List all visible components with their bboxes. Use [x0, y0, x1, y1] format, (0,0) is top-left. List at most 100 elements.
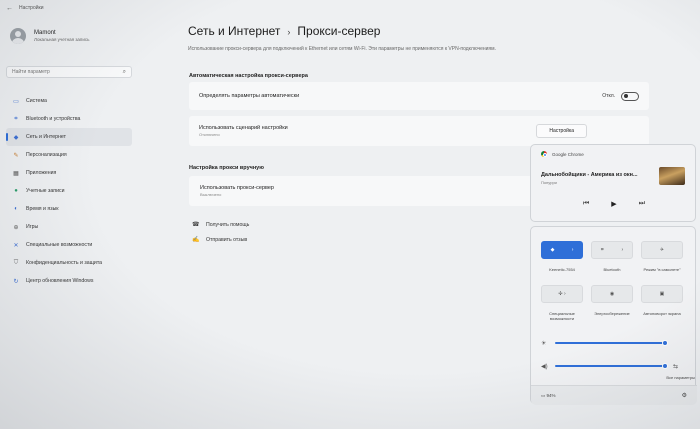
- rotation-lock-tile-label: Автоповорот экрана: [643, 311, 681, 316]
- search-input[interactable]: Найти параметр ⌕: [6, 66, 132, 78]
- energy-saver-tile[interactable]: ◉: [591, 285, 633, 303]
- auto-detect-toggle[interactable]: [621, 91, 639, 101]
- volume-track[interactable]: [555, 363, 668, 369]
- setup-script-label: Использовать сценарий настройки: [199, 125, 288, 131]
- breadcrumb-parent[interactable]: Сеть и Интернет: [188, 24, 280, 38]
- airplane-tile[interactable]: ✈: [641, 241, 683, 259]
- play-icon[interactable]: ▶: [611, 200, 616, 208]
- media-thumbnail: [659, 167, 685, 185]
- all-settings-label[interactable]: Все параметры: [649, 375, 695, 380]
- help-icon: ☎: [192, 222, 200, 228]
- bluetooth-icon: ⌗: [600, 247, 604, 253]
- get-help-label: Получить помощь: [206, 221, 250, 228]
- title-bar: ← Настройки: [0, 0, 700, 16]
- media-source: Google Chrome: [541, 151, 584, 158]
- brightness-icon: ☀: [541, 340, 547, 347]
- brightness-slider[interactable]: ☀: [541, 338, 691, 348]
- send-feedback-link[interactable]: ✍ Отправить отзыв: [192, 236, 247, 244]
- auto-detect-toggle-group: Откл.: [602, 91, 639, 101]
- accessibility-tile[interactable]: ✣ ›: [541, 285, 583, 303]
- battery-label: 94%: [546, 392, 556, 398]
- sidebar-item-accessibility[interactable]: ✕ Специальные возможности: [6, 236, 132, 254]
- feedback-icon: ✍: [192, 237, 200, 243]
- brightness-track[interactable]: [555, 340, 668, 346]
- apps-icon: ▦: [13, 170, 19, 177]
- sidebar-nav: ▭ Система ⌗ Bluetooth и устройства ◆ Сет…: [6, 92, 132, 290]
- volume-slider[interactable]: ◀) ⇆: [541, 361, 691, 371]
- gamepad-icon: ⊕: [13, 224, 19, 231]
- volume-thumb[interactable]: [662, 363, 668, 369]
- sidebar-item-system[interactable]: ▭ Система: [6, 92, 132, 110]
- wifi-icon: ◆: [13, 134, 19, 141]
- settings-gear-icon[interactable]: ⚙: [682, 392, 687, 399]
- sidebar-item-label: Персонализация: [26, 152, 67, 158]
- sidebar-item-gaming[interactable]: ⊕ Игры: [6, 218, 132, 236]
- sidebar-item-network[interactable]: ◆ Сеть и Интернет: [6, 128, 132, 146]
- accessibility-icon: ✕: [13, 242, 19, 249]
- bluetooth-icon: ⌗: [14, 115, 18, 122]
- chevron-right-icon: ›: [287, 27, 291, 37]
- wifi-icon: ◆: [550, 247, 555, 253]
- window-title: Настройки: [19, 5, 44, 11]
- setup-script-button[interactable]: Настройка: [536, 124, 587, 138]
- avatar: [10, 28, 26, 44]
- search-icon: ⌕: [122, 68, 126, 75]
- globe-icon: ◐: [14, 206, 18, 212]
- auto-detect-state: Откл.: [602, 93, 615, 99]
- search-placeholder: Найти параметр: [12, 69, 50, 75]
- breadcrumb: Сеть и Интернет › Прокси-сервер: [188, 24, 380, 38]
- accessibility-tile-label: Специальные возможности: [549, 311, 575, 321]
- sidebar-item-accounts[interactable]: ● Учетные записи: [6, 182, 132, 200]
- sidebar-item-privacy[interactable]: ⛉ Конфиденциальность и защита: [6, 254, 132, 272]
- setup-script-setting: Использовать сценарий настройки Отключен…: [189, 116, 649, 146]
- manual-section-title: Настройка прокси вручную: [189, 165, 264, 171]
- media-flyout: Google Chrome Дальнобойщики - Америка из…: [530, 144, 696, 222]
- sidebar-item-bluetooth[interactable]: ⌗ Bluetooth и устройства: [6, 110, 132, 128]
- manual-proxy-label: Использовать прокси-сервер: [200, 185, 274, 191]
- audio-output-icon[interactable]: ⇆: [673, 363, 678, 370]
- sidebar-item-time-language[interactable]: ◐ Время и язык: [6, 200, 132, 218]
- monitor-icon: ▭: [13, 98, 19, 105]
- setup-script-status: Отключено: [199, 132, 220, 137]
- media-subtitle: Попурри: [541, 180, 557, 185]
- rotation-lock-tile[interactable]: ▣: [641, 285, 683, 303]
- auto-detect-label: Определять параметры автоматически: [199, 93, 300, 99]
- chevron-right-icon[interactable]: ›: [621, 247, 623, 253]
- chrome-icon: [541, 151, 548, 158]
- user-account-type: Локальная учетная запись: [34, 37, 90, 42]
- bluetooth-tile-label: Bluetooth: [603, 267, 621, 272]
- sidebar-item-windows-update[interactable]: ↻ Центр обновления Windows: [6, 272, 132, 290]
- sidebar-item-label: Система: [26, 98, 47, 104]
- next-track-icon[interactable]: ⏭: [639, 200, 645, 208]
- previous-track-icon[interactable]: ⏮: [583, 200, 589, 208]
- get-help-link[interactable]: ☎ Получить помощь: [192, 221, 250, 229]
- sidebar: Mamont Локальная учетная запись Найти па…: [0, 16, 140, 429]
- brightness-thumb[interactable]: [662, 340, 668, 346]
- wifi-tile-label: Keenetic-7554: [549, 267, 575, 272]
- page-title: Прокси-сервер: [297, 24, 381, 38]
- sidebar-item-label: Центр обновления Windows: [26, 278, 94, 284]
- leaf-icon: ◉: [609, 291, 615, 297]
- sidebar-item-label: Специальные возможности: [26, 242, 93, 248]
- chevron-right-icon[interactable]: ›: [572, 247, 574, 253]
- sidebar-item-personalization[interactable]: ✎ Персонализация: [6, 146, 132, 164]
- rotation-icon: ▣: [659, 291, 665, 297]
- speaker-icon[interactable]: ◀): [541, 363, 553, 370]
- user-profile[interactable]: Mamont Локальная учетная запись: [10, 28, 89, 44]
- shield-icon: ⛉: [13, 259, 19, 266]
- page-description: Использование прокси-сервера для подключ…: [188, 46, 496, 52]
- user-name: Mamont: [34, 30, 56, 36]
- sidebar-item-label: Bluetooth и устройства: [26, 116, 81, 122]
- airplane-tile-label: Режим "в самолете": [643, 267, 681, 272]
- back-arrow-icon[interactable]: ←: [6, 5, 13, 12]
- quick-settings-panel: ◆ › Keenetic-7554 ⌗ › Bluetooth ✈ Режим …: [530, 226, 697, 405]
- sidebar-item-apps[interactable]: ▦ Приложения: [6, 164, 132, 182]
- energy-saver-tile-label: Энергосбережение: [594, 311, 630, 316]
- media-controls: ⏮ ▶ ⏭: [531, 200, 697, 208]
- sidebar-item-label: Сеть и Интернет: [26, 134, 66, 140]
- auto-section-title: Автоматическая настройка прокси-сервера: [189, 73, 308, 79]
- sidebar-item-label: Время и язык: [26, 206, 59, 212]
- bluetooth-tile[interactable]: ⌗ ›: [591, 241, 633, 259]
- quick-settings-footer: ▭ 94% ⚙: [531, 385, 697, 405]
- wifi-tile[interactable]: ◆ ›: [541, 241, 583, 259]
